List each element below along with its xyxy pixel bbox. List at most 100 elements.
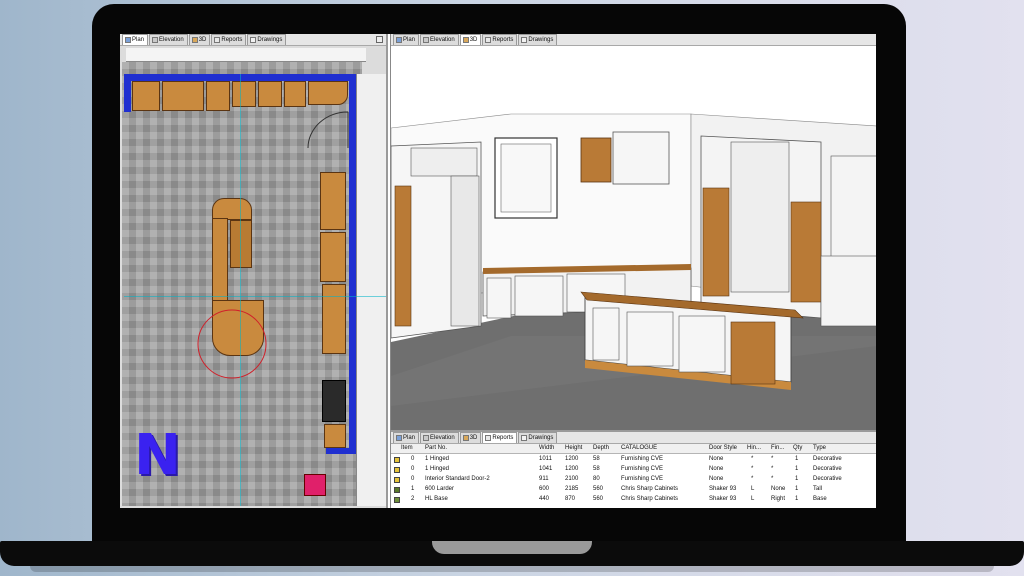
table-cell-depth: 58 — [593, 466, 600, 472]
island-top[interactable] — [212, 198, 252, 220]
table-cell-depth: 560 — [593, 486, 604, 492]
table-row[interactable]: 0 Interior Standard Door-2 911 2100 80 Furnis… — [391, 475, 876, 485]
col-header[interactable]: Door Style — [709, 444, 737, 453]
table-cell-door: Shaker 93 — [709, 486, 737, 492]
table-cell-fin: * — [771, 476, 774, 482]
tab-elevation[interactable]: Elevation — [420, 432, 459, 443]
wall-cabinet — [612, 131, 670, 185]
drawings-icon — [250, 37, 257, 43]
range-cooker[interactable] — [322, 380, 346, 422]
cabinet[interactable] — [322, 284, 346, 354]
cabinet[interactable] — [206, 81, 230, 111]
table-cell-height: 2185 — [565, 486, 579, 492]
table-cell-type: Base — [813, 496, 827, 502]
decorative-item-icon — [394, 467, 400, 473]
left-wall-stub[interactable] — [124, 74, 131, 112]
col-header[interactable]: Qty — [793, 444, 802, 453]
table-cell-fin: None — [771, 486, 786, 492]
table-cell-width: 1041 — [539, 466, 553, 472]
island-left-run[interactable] — [212, 218, 228, 302]
top-dimension-ruler — [126, 48, 366, 62]
tab-elevation[interactable]: Elevation — [420, 34, 459, 45]
guide-line — [240, 74, 241, 506]
table-cell-depth: 58 — [593, 456, 600, 462]
table-cell-depth: 560 — [593, 496, 604, 502]
island-inner[interactable] — [230, 220, 252, 268]
table-cell-qty: 1 — [795, 476, 799, 482]
table-cell-catalogue: Furnishing CVE — [621, 466, 664, 472]
right-wall[interactable] — [349, 74, 356, 454]
cabinet[interactable] — [232, 81, 256, 107]
table-row[interactable]: 1 600 Larder 600 2185 560 Chris Sharp Cabinet… — [391, 485, 876, 495]
tab-reports[interactable]: Reports — [482, 432, 518, 443]
plan-view-pane[interactable]: Plan Elevation 3D Reports Drawings N N — [120, 34, 388, 508]
tab-plan[interactable]: Plan — [393, 432, 420, 443]
3d-view-pane[interactable]: Plan Elevation 3D Reports Drawings — [390, 34, 876, 432]
tab-elevation[interactable]: Elevation — [149, 34, 188, 45]
col-header[interactable]: Width — [539, 444, 554, 453]
table-cell-qty: 1 — [795, 496, 799, 502]
tab-drawings[interactable]: Drawings — [247, 34, 287, 45]
col-header[interactable]: CATALOGUE — [621, 444, 657, 453]
table-cell-qty: 1 — [795, 486, 799, 492]
selection-circle — [197, 309, 267, 379]
cabinet[interactable] — [320, 172, 346, 230]
table-row[interactable]: 0 1 Hinged 1041 1200 58 Furnishing CVE None * * 1… — [391, 465, 876, 475]
plan-icon — [125, 37, 131, 43]
table-cell-item: 1 — [411, 486, 415, 492]
tab-drawings[interactable]: Drawings — [518, 34, 558, 45]
3d-icon — [191, 37, 198, 43]
table-cell-part: 1 Hinged — [425, 466, 450, 472]
col-header[interactable]: Hin... — [747, 444, 761, 453]
door-swing — [307, 111, 349, 149]
table-cell-height: 870 — [565, 496, 576, 502]
n-logo-icon: N N — [134, 426, 183, 484]
cabinet[interactable] — [284, 81, 306, 107]
table-cell-qty: 1 — [795, 456, 799, 462]
tab-3d[interactable]: 3D — [188, 34, 211, 45]
table-cell-catalogue: Furnishing CVE — [621, 476, 664, 482]
bottom-wall-return[interactable] — [326, 448, 356, 454]
col-header[interactable]: Depth — [593, 444, 609, 453]
cabinet[interactable] — [324, 424, 346, 448]
guide-line — [124, 296, 386, 297]
table-cell-type: Tall — [813, 486, 823, 492]
tab-3d[interactable]: 3D — [459, 34, 482, 45]
table-cell-part: HL Base — [425, 496, 448, 502]
cabinet[interactable] — [132, 81, 160, 111]
tab-plan[interactable]: Plan — [122, 34, 149, 45]
col-header[interactable]: Fin... — [771, 444, 784, 453]
table-cell-width: 600 — [539, 486, 550, 492]
table-cell-height: 1200 — [565, 466, 579, 472]
col-header[interactable]: Height — [565, 444, 582, 453]
maximize-button[interactable] — [376, 36, 383, 43]
tall-cabinet-icon — [394, 487, 400, 493]
table-cell-width: 1011 — [539, 456, 552, 462]
table-cell-hin: L — [751, 496, 755, 502]
table-row[interactable]: 0 1 Hinged 1011 1200 58 Furnishing CVE None * * 1… — [391, 455, 876, 465]
reports-pane[interactable]: Plan Elevation 3D Reports Drawings Item … — [390, 430, 876, 508]
reports-icon — [214, 37, 221, 43]
tab-reports[interactable]: Reports — [482, 34, 518, 45]
cabinet[interactable] — [258, 81, 282, 107]
pink-marker[interactable] — [304, 474, 326, 496]
wall-cabinet — [580, 137, 612, 183]
cabinet[interactable] — [320, 232, 346, 282]
table-cell-hin: * — [751, 476, 754, 482]
col-header[interactable]: Part No. — [425, 444, 447, 453]
col-header[interactable]: Item — [401, 444, 413, 453]
table-row[interactable]: 2 HL Base 440 870 560 Chris Sharp Cabinets Sha… — [391, 495, 876, 505]
tab-3d[interactable]: 3D — [459, 432, 482, 443]
plan-icon — [396, 37, 402, 43]
table-cell-part: 600 Larder — [425, 486, 455, 492]
tab-plan[interactable]: Plan — [393, 34, 420, 45]
col-header[interactable]: Type — [813, 444, 826, 453]
tab-reports[interactable]: Reports — [211, 34, 247, 45]
corner-cabinet[interactable] — [308, 81, 348, 105]
table-cell-qty: 1 — [795, 466, 799, 472]
3d-kitchen-render — [391, 113, 876, 432]
reports-icon — [485, 435, 492, 441]
table-cell-fin: * — [771, 466, 774, 472]
tab-drawings[interactable]: Drawings — [518, 432, 558, 443]
cabinet[interactable] — [162, 81, 204, 111]
